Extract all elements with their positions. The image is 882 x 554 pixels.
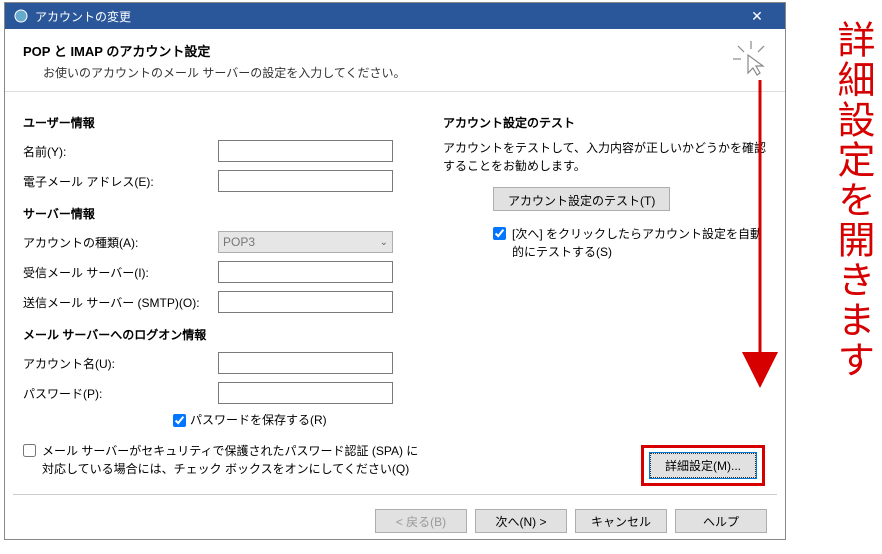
- logon-info-heading: メール サーバーへのログオン情報: [23, 326, 423, 343]
- server-info-heading: サーバー情報: [23, 205, 423, 222]
- account-name-label: アカウント名(U):: [23, 355, 218, 372]
- incoming-server-input[interactable]: [218, 261, 393, 283]
- outgoing-server-label: 送信メール サーバー (SMTP)(O):: [23, 294, 218, 311]
- incoming-server-label: 受信メール サーバー(I):: [23, 264, 218, 281]
- close-icon: ✕: [751, 8, 763, 25]
- content-area: ユーザー情報 名前(Y): 電子メール アドレス(E): サーバー情報 アカウン…: [5, 92, 785, 494]
- account-type-value: POP3: [223, 235, 255, 249]
- window-title: アカウントの変更: [35, 8, 131, 25]
- user-info-heading: ユーザー情報: [23, 114, 423, 131]
- header-subtitle: お使いのアカウントのメール サーバーの設定を入力してください。: [23, 64, 767, 81]
- next-button[interactable]: 次へ(N) >: [475, 509, 567, 533]
- account-name-input[interactable]: [218, 352, 393, 374]
- footer-buttons: < 戻る(B) 次へ(N) > キャンセル ヘルプ: [5, 495, 785, 547]
- email-label: 電子メール アドレス(E):: [23, 173, 218, 190]
- spa-checkbox[interactable]: [23, 444, 36, 457]
- account-type-label: アカウントの種類(A):: [23, 234, 218, 251]
- help-button[interactable]: ヘルプ: [675, 509, 767, 533]
- advanced-settings-highlight: 詳細設定(M)...: [641, 445, 765, 486]
- test-description: アカウントをテストして、入力内容が正しいかどうかを確認することをお勧めします。: [443, 139, 767, 175]
- outgoing-server-input[interactable]: [218, 291, 393, 313]
- cancel-button[interactable]: キャンセル: [575, 509, 667, 533]
- auto-test-checkbox[interactable]: [493, 227, 506, 240]
- password-label: パスワード(P):: [23, 385, 218, 402]
- test-account-button[interactable]: アカウント設定のテスト(T): [493, 187, 670, 211]
- titlebar: アカウントの変更 ✕: [5, 3, 785, 29]
- auto-test-label: [次へ] をクリックしたらアカウント設定を自動的にテストする(S): [512, 225, 767, 261]
- chevron-down-icon: ⌄: [380, 237, 388, 248]
- header-title: POP と IMAP のアカウント設定: [23, 41, 767, 60]
- header-section: POP と IMAP のアカウント設定 お使いのアカウントのメール サーバーの設…: [5, 29, 785, 92]
- right-column: アカウント設定のテスト アカウントをテストして、入力内容が正しいかどうかを確認す…: [443, 110, 767, 484]
- spa-label: メール サーバーがセキュリティで保護されたパスワード認証 (SPA) に対応して…: [42, 442, 423, 478]
- name-input[interactable]: [218, 140, 393, 162]
- account-change-dialog: アカウントの変更 ✕ POP と IMAP のアカウント設定 お使いのアカウント…: [4, 2, 786, 540]
- account-type-select: POP3 ⌄: [218, 231, 393, 253]
- email-input[interactable]: [218, 170, 393, 192]
- left-column: ユーザー情報 名前(Y): 電子メール アドレス(E): サーバー情報 アカウン…: [23, 110, 423, 484]
- name-label: 名前(Y):: [23, 143, 218, 160]
- back-button: < 戻る(B): [375, 509, 467, 533]
- advanced-settings-button[interactable]: 詳細設定(M)...: [650, 453, 756, 478]
- cursor-click-icon: [733, 41, 769, 77]
- password-input[interactable]: [218, 382, 393, 404]
- test-heading: アカウント設定のテスト: [443, 114, 767, 131]
- save-password-label: パスワードを保存する(R): [190, 411, 327, 428]
- annotation-text: 詳細設定を開きます: [830, 20, 872, 380]
- save-password-checkbox[interactable]: [173, 414, 186, 427]
- app-icon: [13, 8, 29, 24]
- close-button[interactable]: ✕: [737, 3, 777, 29]
